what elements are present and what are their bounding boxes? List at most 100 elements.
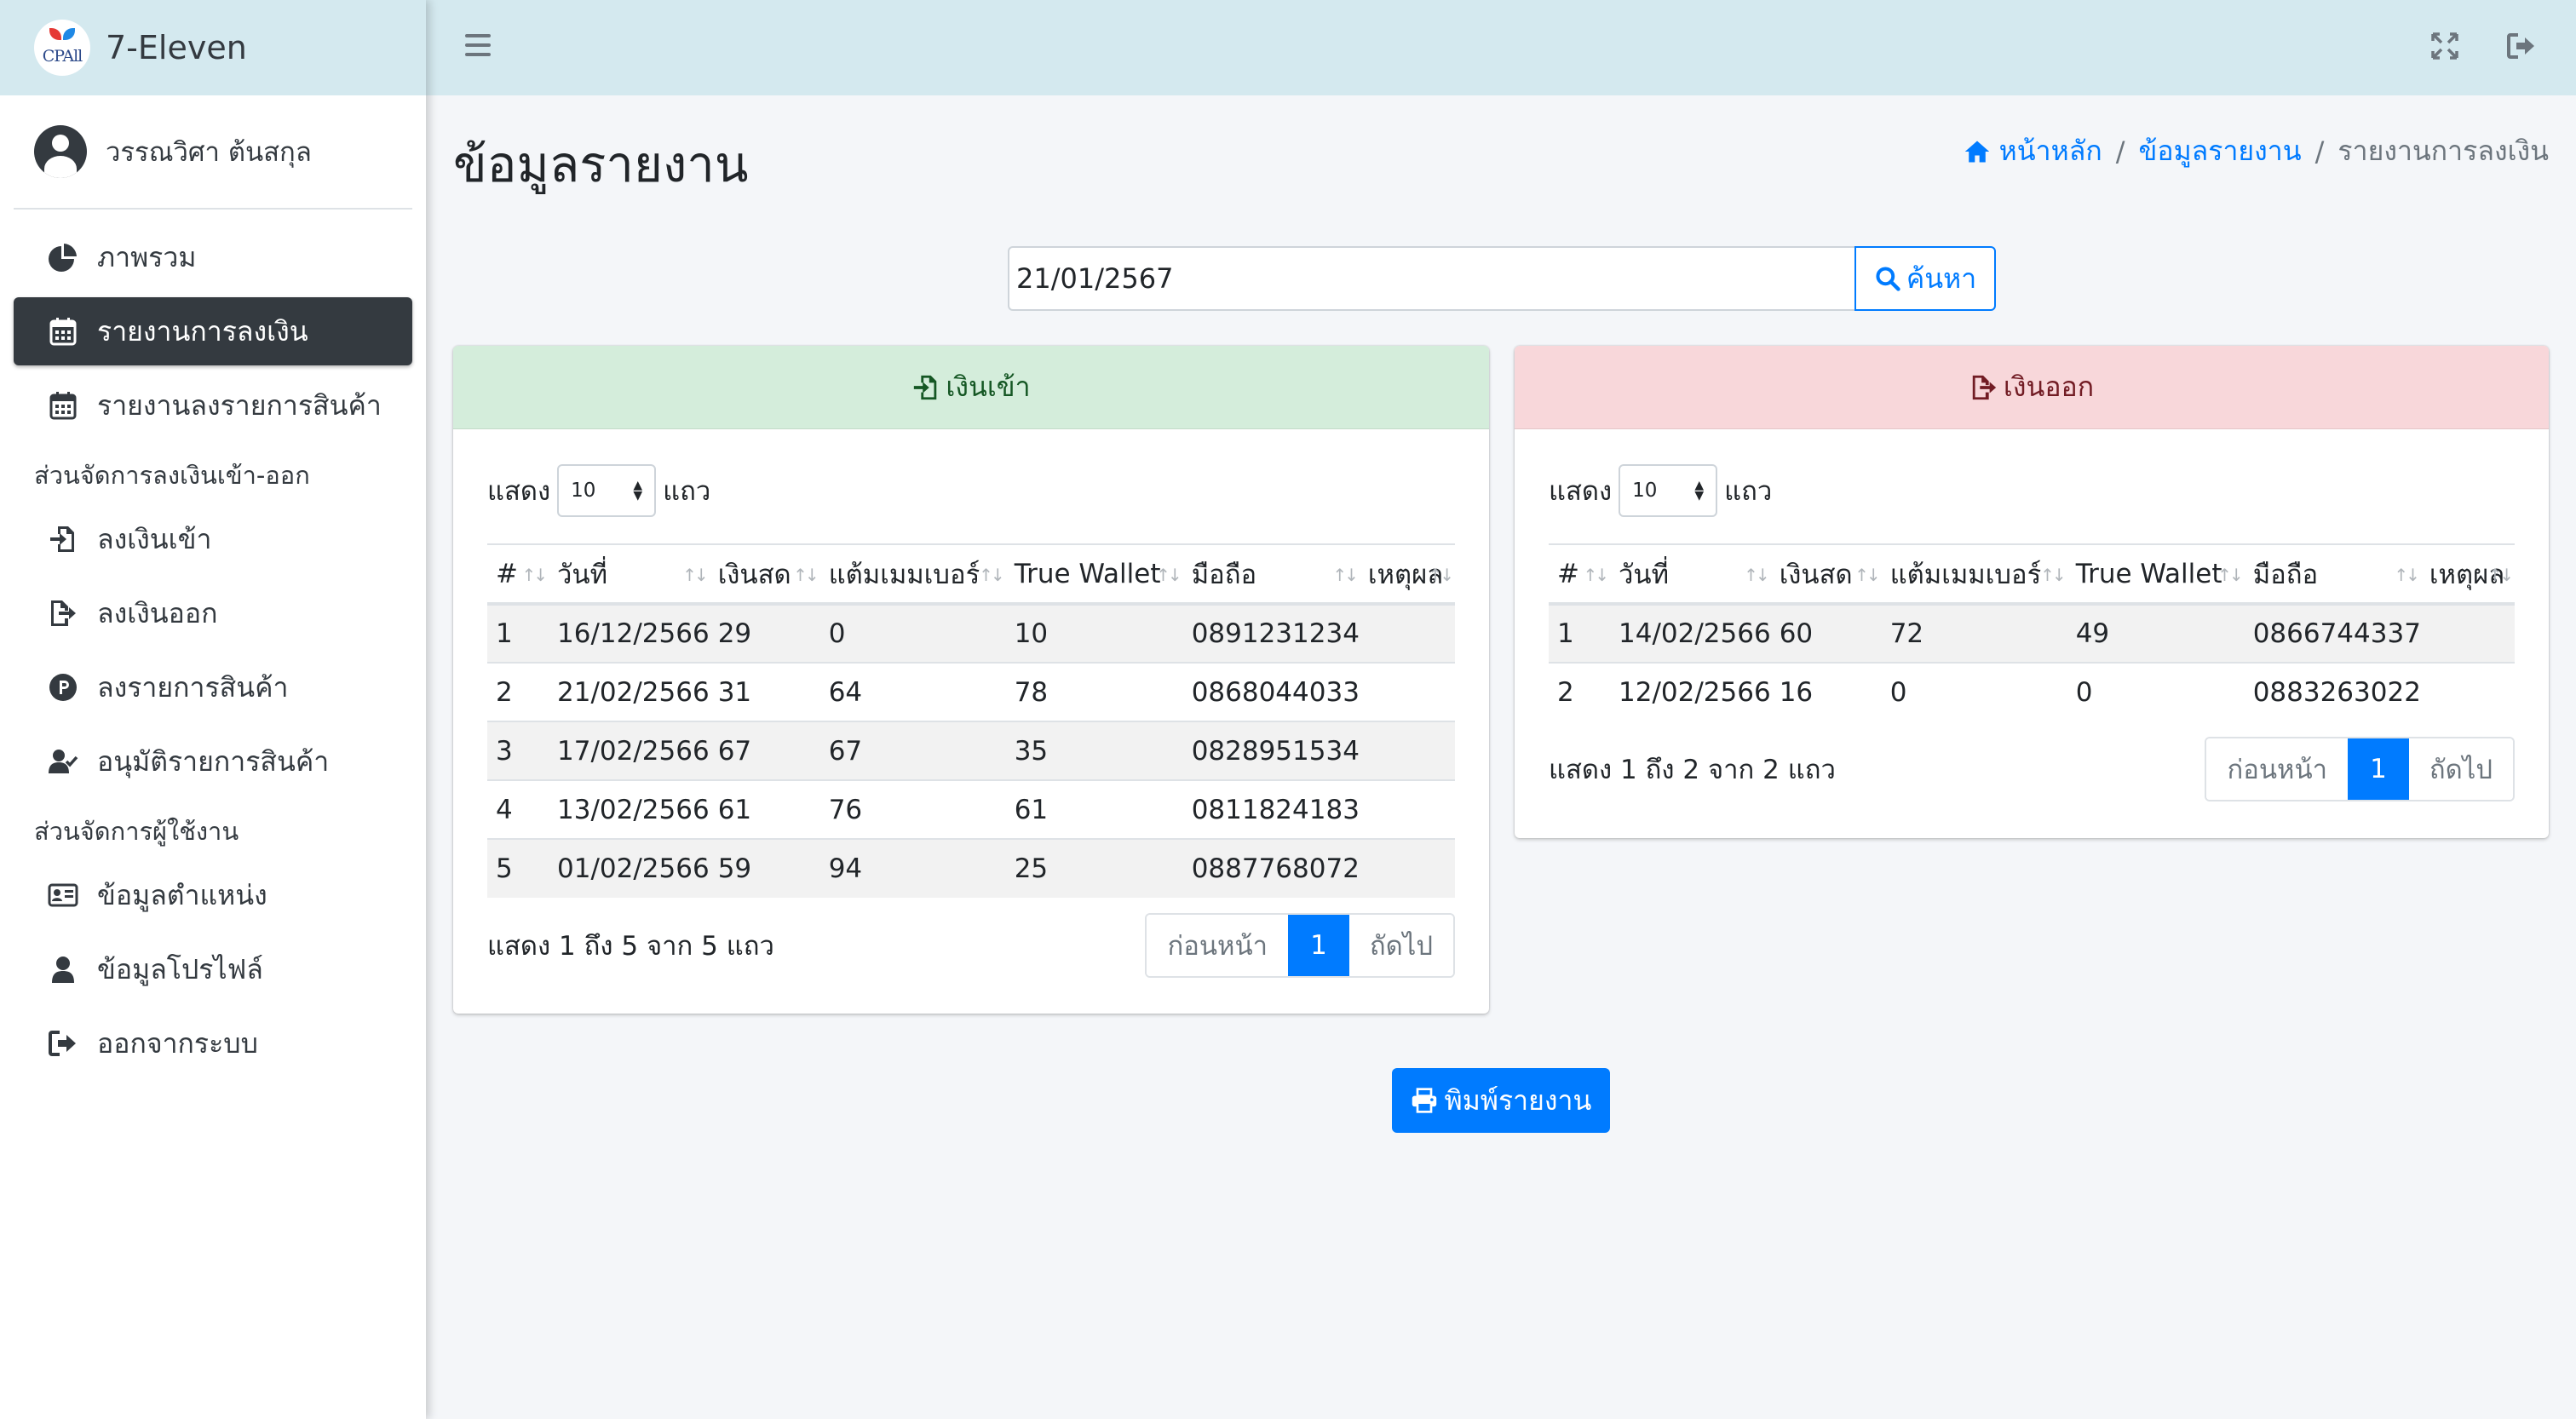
table-row: 4 13/02/2566 61 76 61 0811824183 bbox=[487, 779, 1455, 839]
sort-icon: ↑↓ bbox=[521, 565, 547, 585]
page-1-button[interactable]: 1 bbox=[1288, 915, 1349, 976]
fullscreen-icon[interactable] bbox=[2429, 31, 2460, 61]
sidebar-nav: ภาพรวม รายงานการลงเงิน รายงานลงรายการสิน… bbox=[0, 210, 426, 1077]
sidebar-item-label: ลงเงินเข้า bbox=[97, 522, 212, 555]
date-search-input[interactable] bbox=[1008, 246, 1856, 311]
pie-chart-icon bbox=[49, 244, 77, 272]
sidebar-item-money-in[interactable]: ลงเงินเข้า bbox=[14, 505, 412, 573]
sidebar-item-approve-product[interactable]: อนุมัติรายการสินค้า bbox=[14, 727, 412, 796]
column-header[interactable]: แต้มเมมเบอร์ ↑↓ bbox=[1881, 543, 2067, 606]
home-icon[interactable] bbox=[1962, 138, 1992, 165]
income-card: เงินเข้า แสดง 10 ▲ ▼ แถว # ↑↓ วันที่ ↑↓ เงิ… bbox=[453, 346, 1489, 1014]
expense-table: # ↑↓ วันที่ ↑↓ เงินสด ↑↓ แต้มเมมเบอร์ ↑↓ Tru… bbox=[1549, 543, 2515, 721]
breadcrumb: หน้าหลัก / ข้อมูลรายงาน / รายงานการลงเงิ… bbox=[1962, 129, 2549, 173]
page-1-button[interactable]: 1 bbox=[2348, 738, 2409, 800]
logout-icon[interactable] bbox=[2506, 31, 2537, 61]
column-header[interactable]: True Wallet ↑↓ bbox=[1005, 543, 1183, 606]
column-header[interactable]: วันที่ ↑↓ bbox=[549, 543, 710, 606]
column-header[interactable]: วันที่ ↑↓ bbox=[1610, 543, 1771, 606]
sign-out-icon bbox=[49, 1031, 76, 1056]
next-page-button[interactable]: ถัดไป bbox=[1348, 915, 1453, 976]
sort-icon: ↑↓ bbox=[2487, 565, 2513, 585]
column-header[interactable]: มือถือ ↑↓ bbox=[1182, 543, 1360, 606]
rows-label: แถว bbox=[663, 476, 711, 507]
sidebar-item-overview[interactable]: ภาพรวม bbox=[14, 223, 412, 291]
sidebar-item-add-product[interactable]: ลงรายการสินค้า bbox=[14, 653, 412, 721]
user-check-icon bbox=[49, 750, 78, 773]
sort-icon: ↑↓ bbox=[1156, 565, 1182, 585]
sidebar-item-label: ลงรายการสินค้า bbox=[97, 670, 289, 704]
calendar-icon bbox=[49, 392, 77, 420]
column-header[interactable]: เหตุผล ↑↓ bbox=[2420, 543, 2515, 606]
column-header[interactable]: แต้มเมมเบอร์ ↑↓ bbox=[819, 543, 1006, 606]
table-row: 1 16/12/2566 29 0 10 0891231234 bbox=[487, 603, 1455, 663]
user-avatar-icon bbox=[34, 125, 87, 178]
sidebar-item-label: ออกจากระบบ bbox=[97, 1026, 258, 1060]
column-header[interactable]: # ↑↓ bbox=[487, 543, 549, 606]
expense-page-length-select[interactable]: 10 ▲ ▼ bbox=[1619, 464, 1718, 517]
sidebar-item-logout[interactable]: ออกจากระบบ bbox=[14, 1009, 412, 1077]
income-table: # ↑↓ วันที่ ↑↓ เงินสด ↑↓ แต้มเมมเบอร์ ↑↓ Tru… bbox=[487, 543, 1455, 898]
page-title: ข้อมูลรายงาน bbox=[453, 135, 749, 193]
sort-icon: ↑↓ bbox=[2394, 565, 2419, 585]
sidebar-item-product-report[interactable]: รายงานลงรายการสินค้า bbox=[14, 371, 412, 439]
menu-toggle-icon[interactable] bbox=[465, 34, 491, 60]
brand-link[interactable]: CPAll 7-Eleven bbox=[0, 0, 426, 95]
column-header[interactable]: เหตุผล ↑↓ bbox=[1359, 543, 1455, 606]
column-header[interactable]: มือถือ ↑↓ bbox=[2244, 543, 2421, 606]
search-icon bbox=[1876, 267, 1900, 291]
previous-page-button[interactable]: ก่อนหน้า bbox=[2206, 738, 2349, 800]
sidebar-section-user: ส่วนจัดการผู้ใช้งาน bbox=[34, 817, 239, 846]
income-pagination: ก่อนหน้า 1 ถัดไป bbox=[1145, 913, 1455, 978]
breadcrumb-separator: / bbox=[2115, 135, 2125, 168]
sort-icon: ↑↓ bbox=[2217, 565, 2243, 585]
rows-label: แถว bbox=[1724, 476, 1773, 507]
sort-icon: ↑↓ bbox=[793, 565, 819, 585]
page-length-value: 10 bbox=[1632, 480, 1658, 502]
income-length-control: แสดง 10 ▲ ▼ แถว bbox=[487, 463, 1455, 518]
file-export-icon bbox=[51, 600, 76, 626]
expense-length-control: แสดง 10 ▲ ▼ แถว bbox=[1549, 463, 2515, 518]
sidebar-item-label: ภาพรวม bbox=[97, 240, 197, 273]
product-circle-icon bbox=[49, 674, 77, 701]
sort-icon: ↑↓ bbox=[2040, 565, 2066, 585]
table-row: 5 01/02/2566 59 94 25 0887768072 bbox=[487, 838, 1455, 898]
column-header[interactable]: เงินสด ↑↓ bbox=[1770, 543, 1882, 606]
sidebar-item-label: ข้อมูลโปรไฟล์ bbox=[97, 952, 263, 985]
sort-icon: ↑↓ bbox=[1854, 565, 1880, 585]
show-label: แสดง bbox=[487, 476, 551, 507]
sort-icon: ↑↓ bbox=[1744, 565, 1769, 585]
column-header[interactable]: เงินสด ↑↓ bbox=[709, 543, 820, 606]
column-header[interactable]: # ↑↓ bbox=[1549, 543, 1610, 606]
column-header[interactable]: True Wallet ↑↓ bbox=[2067, 543, 2245, 606]
user-panel[interactable]: วรรณวิศา ต้นสกุล bbox=[14, 95, 412, 210]
user-icon bbox=[52, 957, 74, 983]
sidebar-item-money-report[interactable]: รายงานการลงเงิน bbox=[14, 297, 412, 365]
table-row: 2 21/02/2566 31 64 78 0868044033 bbox=[487, 662, 1455, 721]
income-page-length-select[interactable]: 10 ▲ ▼ bbox=[557, 464, 657, 517]
user-name: วรรณวิศา ต้นสกุล bbox=[106, 137, 312, 168]
income-card-header: เงินเข้า bbox=[453, 346, 1489, 429]
show-label: แสดง bbox=[1549, 476, 1613, 507]
sidebar-item-profile[interactable]: ข้อมูลโปรไฟล์ bbox=[14, 935, 412, 1003]
sidebar-item-money-out[interactable]: ลงเงินออก bbox=[14, 579, 412, 647]
sidebar-item-position[interactable]: ข้อมูลตำแหน่ง bbox=[14, 861, 412, 929]
income-table-info: แสดง 1 ถึง 5 จาก 5 แถว bbox=[487, 931, 774, 962]
sidebar-item-label: ข้อมูลตำแหน่ง bbox=[97, 878, 267, 911]
breadcrumb-home[interactable]: หน้าหลัก bbox=[1999, 129, 2102, 173]
print-report-button[interactable]: พิมพ์รายงาน bbox=[1392, 1068, 1610, 1133]
file-export-icon bbox=[1972, 375, 1997, 399]
page-length-value: 10 bbox=[571, 480, 596, 502]
next-page-button[interactable]: ถัดไป bbox=[2408, 738, 2513, 800]
breadcrumb-section[interactable]: ข้อมูลรายงาน bbox=[2138, 129, 2301, 173]
sidebar-item-label: อนุมัติรายการสินค้า bbox=[97, 744, 330, 778]
previous-page-button[interactable]: ก่อนหน้า bbox=[1147, 915, 1289, 976]
sort-icon: ↑↓ bbox=[1583, 565, 1608, 585]
sort-icon: ↑↓ bbox=[682, 565, 708, 585]
search-button-label: ค้นหา bbox=[1906, 261, 1977, 295]
search-button[interactable]: ค้นหา bbox=[1854, 246, 1996, 311]
select-arrows-icon: ▲ ▼ bbox=[633, 479, 643, 503]
breadcrumb-separator: / bbox=[2314, 135, 2325, 168]
breadcrumb-current: รายงานการลงเงิน bbox=[2337, 135, 2549, 167]
table-row: 3 17/02/2566 67 67 35 0828951534 bbox=[487, 721, 1455, 780]
